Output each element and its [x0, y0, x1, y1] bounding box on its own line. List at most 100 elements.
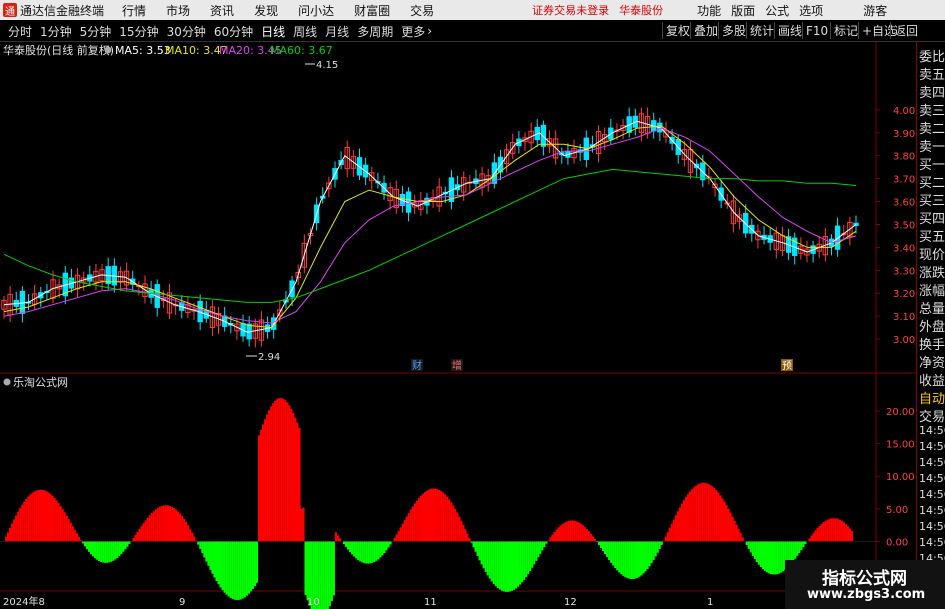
- indicator-dot-icon[interactable]: [3, 378, 11, 386]
- button-huaxian[interactable]: 画线: [774, 22, 805, 39]
- date-label-nov: 11: [424, 597, 437, 608]
- date-label-sep: 9: [179, 597, 185, 608]
- svg-text:增: 增: [452, 359, 462, 372]
- svg-text:财: 财: [412, 359, 422, 372]
- price-tick-label: 3.30: [893, 266, 915, 277]
- side-volume[interactable]: 总量: [919, 298, 945, 317]
- date-label-dec: 12: [564, 597, 577, 608]
- ma60-label: MA60: 3.67: [270, 44, 333, 57]
- price-tick-label: 3.00: [893, 335, 915, 346]
- side-sell3[interactable]: 卖三: [919, 100, 945, 119]
- button-biaoji[interactable]: 标记: [830, 22, 861, 39]
- price-tick-label: 4.00: [893, 106, 915, 117]
- osc-tick-label: 5.00: [886, 505, 908, 516]
- menu-item-jiaoyi[interactable]: 交易: [410, 2, 434, 19]
- watermark-title: 指标公式网: [822, 569, 907, 589]
- date-label-oct: 10: [307, 597, 320, 608]
- side-sell4[interactable]: 卖四: [919, 82, 945, 101]
- menu-item-gongshi[interactable]: 公式: [765, 2, 789, 19]
- low-price-annotation: 2.94: [258, 352, 280, 363]
- price-tick-label: 3.70: [893, 175, 915, 186]
- side-outer[interactable]: 外盘: [919, 316, 945, 335]
- button-tongji[interactable]: 统计: [746, 22, 777, 39]
- menu-item-shichang[interactable]: 市场: [166, 2, 190, 19]
- button-duogu[interactable]: 多股: [718, 22, 749, 39]
- side-time-3: 14:56: [919, 456, 945, 469]
- tab-multi-period[interactable]: 多周期: [357, 23, 393, 40]
- site-watermark: 指标公式网 www.zbgs3.com: [785, 560, 945, 609]
- side-sell5[interactable]: 卖五: [919, 64, 945, 83]
- settings-dot-icon[interactable]: [104, 46, 112, 54]
- price-tick-label: 3.80: [893, 152, 915, 163]
- menu-bar: 通 通达信金融终端 行情 市场 资讯 发现 问小达 财富圈 交易 证券交易未登录…: [0, 0, 945, 20]
- side-buy4[interactable]: 买四: [919, 208, 945, 227]
- kline-chart[interactable]: 20.0015.0010.005.000.00-5.00 4.003.903.8…: [0, 42, 916, 609]
- tab-fenshi[interactable]: 分时: [8, 23, 32, 40]
- side-eps[interactable]: 收益: [919, 370, 945, 389]
- button-fuquan[interactable]: 复权: [662, 22, 693, 39]
- menu-item-gongneng[interactable]: 功能: [697, 2, 721, 19]
- stock-title: 华泰股份(日线 前复权): [3, 43, 114, 57]
- price-tick-label: 3.60: [893, 198, 915, 209]
- menu-item-faxian[interactable]: 发现: [254, 2, 278, 19]
- app-title: 通达信金融终端: [20, 3, 105, 18]
- side-time-7: 14:56: [919, 520, 945, 533]
- tab-1min[interactable]: 1分钟: [40, 23, 72, 40]
- indicator-name: 乐淘公式网: [13, 376, 68, 389]
- side-time-1: 14:56: [919, 424, 945, 437]
- tab-monthly[interactable]: 月线: [325, 23, 349, 40]
- osc-tick-label: 15.00: [886, 440, 915, 451]
- menu-item-youke[interactable]: 游客: [863, 2, 887, 19]
- side-time-6: 14:56: [919, 504, 945, 517]
- price-tick-label: 3.10: [893, 312, 915, 323]
- button-diejia[interactable]: 叠加: [690, 22, 721, 39]
- side-buy3[interactable]: 买三: [919, 190, 945, 209]
- menu-item-banmian[interactable]: 版面: [731, 2, 755, 19]
- side-change-pct[interactable]: 涨幅: [919, 280, 945, 299]
- side-buy2[interactable]: 买二: [919, 172, 945, 191]
- tab-weekly[interactable]: 周线: [293, 23, 317, 40]
- date-label-jan: 1: [707, 597, 713, 608]
- menu-item-caifuquan[interactable]: 财富圈: [354, 2, 390, 19]
- side-change[interactable]: 涨跌: [919, 262, 945, 281]
- side-price[interactable]: 现价: [919, 244, 945, 263]
- chevron-right-icon[interactable]: ›: [427, 24, 432, 38]
- side-turnover[interactable]: 换手: [919, 334, 945, 353]
- app-logo-icon: 通: [3, 3, 17, 18]
- side-time-5: 14:56: [919, 488, 945, 501]
- side-buy5[interactable]: 买五: [919, 226, 945, 245]
- menu-item-zixun[interactable]: 资讯: [210, 2, 234, 19]
- broker-name[interactable]: 华泰股份: [619, 2, 663, 18]
- osc-tick-label: 0.00: [886, 537, 908, 548]
- side-sell1[interactable]: 卖一: [919, 136, 945, 155]
- price-tick-label: 3.50: [893, 220, 915, 231]
- tab-15min[interactable]: 15分钟: [119, 23, 158, 40]
- menu-item-wenxiaoda[interactable]: 问小达: [298, 2, 334, 19]
- ma5-label: MA5: 3.53: [115, 44, 171, 57]
- side-trade[interactable]: 交易: [919, 406, 945, 425]
- tab-daily[interactable]: 日线: [261, 23, 285, 40]
- osc-tick-label: 10.00: [886, 472, 915, 483]
- quote-side-panel: 委比 卖五 卖四 卖三 卖二 卖一 买一 买二 买三 买四 买五 现价 涨跌 涨…: [916, 42, 945, 609]
- side-net-asset[interactable]: 净资: [919, 352, 945, 371]
- button-back[interactable]: 返回: [890, 22, 921, 39]
- osc-tick-label: 20.00: [886, 407, 915, 418]
- button-f10[interactable]: F10: [802, 22, 831, 39]
- period-toolbar: 分时 1分钟 5分钟 15分钟 30分钟 60分钟 日线 周线 月线 多周期 更…: [0, 21, 945, 42]
- side-sell2[interactable]: 卖二: [919, 118, 945, 137]
- menu-item-xuanxiang[interactable]: 选项: [799, 2, 823, 19]
- tab-60min[interactable]: 60分钟: [214, 23, 253, 40]
- price-tick-label: 3.20: [893, 289, 915, 300]
- side-buy1[interactable]: 买一: [919, 154, 945, 173]
- side-auto[interactable]: 自动: [919, 388, 945, 407]
- svg-text:预: 预: [782, 360, 792, 372]
- menu-item-hangqing[interactable]: 行情: [122, 2, 146, 19]
- price-tick-label: 3.90: [893, 129, 915, 140]
- tab-more[interactable]: 更多: [401, 23, 425, 40]
- trade-login-notice[interactable]: 证券交易未登录: [532, 2, 609, 18]
- tab-5min[interactable]: 5分钟: [80, 23, 112, 40]
- tab-30min[interactable]: 30分钟: [167, 23, 206, 40]
- side-time-2: 14:56: [919, 440, 945, 453]
- side-time-4: 14:56: [919, 472, 945, 485]
- side-weibi[interactable]: 委比: [919, 46, 945, 65]
